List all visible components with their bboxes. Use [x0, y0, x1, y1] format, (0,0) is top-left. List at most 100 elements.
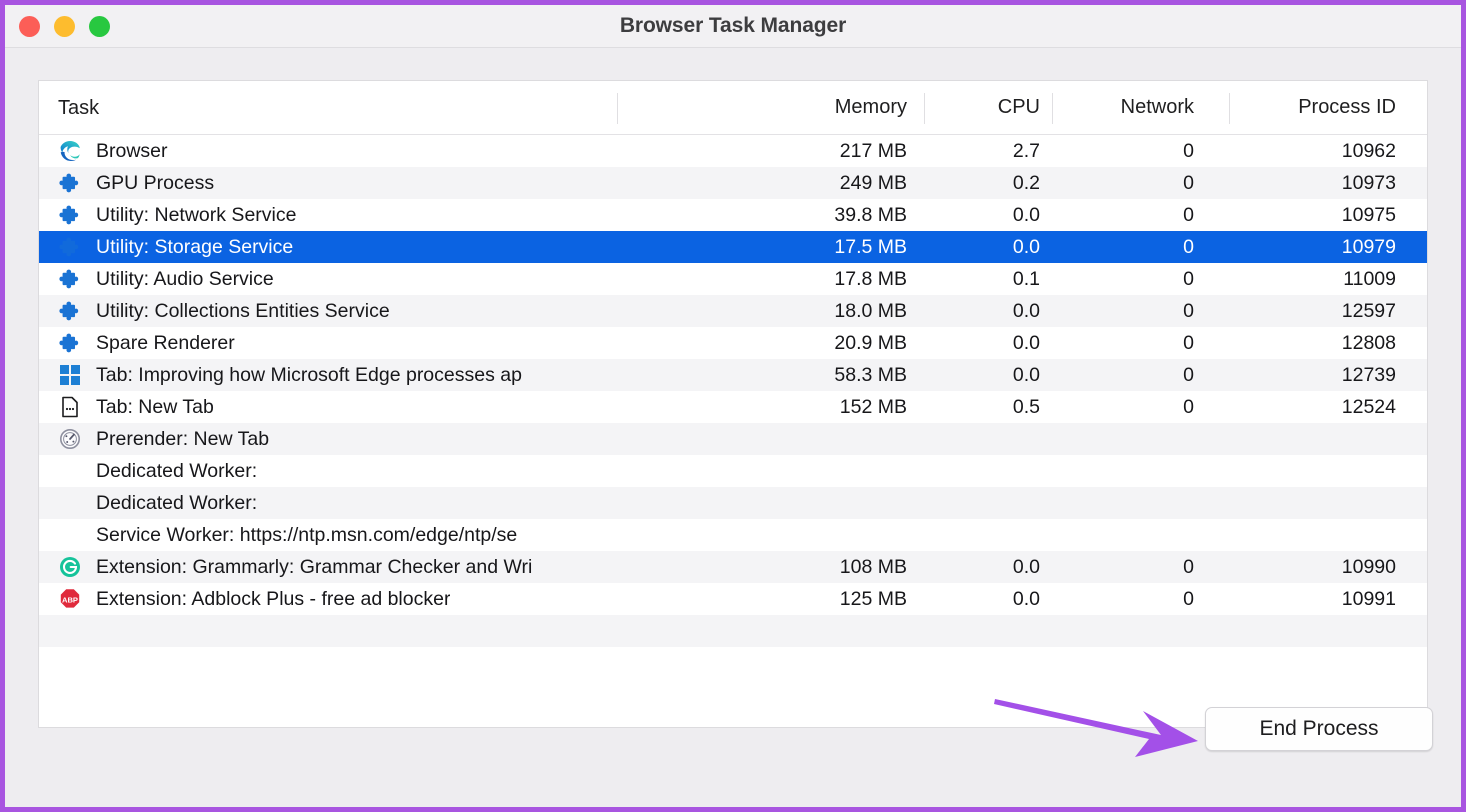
column-header-network[interactable]: Network: [1064, 96, 1242, 119]
task-name-label: Extension: Adblock Plus - free ad blocke…: [96, 587, 451, 610]
cell-task: Dedicated Worker:: [39, 459, 749, 483]
cell-memory: 20.9 MB: [834, 331, 907, 354]
cell-cpu: 0.0: [1012, 587, 1040, 610]
no-icon: [58, 619, 96, 643]
table-row[interactable]: Dedicated Worker:: [39, 455, 1427, 487]
table-row[interactable]: [39, 647, 1427, 679]
no-icon: [58, 491, 96, 515]
window-footer: End Process: [5, 685, 1461, 807]
cell-network: 0: [1183, 171, 1194, 194]
table-row[interactable]: Tab: Improving how Microsoft Edge proces…: [39, 359, 1427, 391]
column-header-task[interactable]: Task: [39, 81, 749, 135]
cell-memory: 17.5 MB: [834, 235, 907, 258]
cell-memory: 18.0 MB: [834, 299, 907, 322]
cell-process-id: 10973: [1341, 171, 1396, 194]
task-name-label: Browser: [96, 139, 168, 162]
window-body: Task Memory CPU Network Process ID Brows…: [5, 48, 1461, 807]
cell-memory: 152 MB: [839, 395, 907, 418]
cell-process-id: 12808: [1341, 331, 1396, 354]
cell-task: Tab: Improving how Microsoft Edge proces…: [39, 363, 749, 387]
column-divider-memory[interactable]: [924, 93, 925, 124]
cell-cpu: 0.0: [1012, 363, 1040, 386]
cell-network: 0: [1183, 235, 1194, 258]
task-name-label: Service Worker: https://ntp.msn.com/edge…: [96, 523, 518, 546]
task-name-label: Extension: Grammarly: Grammar Checker an…: [96, 555, 533, 578]
cell-task: Prerender: New Tab: [39, 427, 749, 451]
column-header-memory[interactable]: Memory: [749, 96, 936, 119]
table-row[interactable]: Prerender: New Tab: [39, 423, 1427, 455]
table-row[interactable]: Utility: Collections Entities Service 18.…: [39, 295, 1427, 327]
adblock-plus-icon: ABP: [58, 587, 96, 611]
puzzle-piece-icon: [58, 299, 96, 323]
cell-memory: 217 MB: [839, 139, 907, 162]
window-titlebar: Browser Task Manager: [5, 5, 1461, 48]
column-divider-cpu[interactable]: [1052, 93, 1053, 124]
task-name-label: Tab: New Tab: [96, 395, 214, 418]
cell-task: Utility: Collections Entities Service: [39, 299, 749, 323]
task-manager-window: Browser Task Manager Task Memory CPU Net…: [0, 0, 1466, 812]
table-row[interactable]: Utility: Audio Service 17.8 MB 0.1 0 11009: [39, 263, 1427, 295]
cell-network: 0: [1183, 331, 1194, 354]
cell-task: Utility: Network Service: [39, 203, 749, 227]
maximize-window-icon[interactable]: [89, 15, 110, 37]
table-row[interactable]: Spare Renderer 20.9 MB 0.0 0 12808: [39, 327, 1427, 359]
cell-network: 0: [1183, 587, 1194, 610]
cell-network: 0: [1183, 555, 1194, 578]
cell-task: Utility: Storage Service: [39, 235, 749, 259]
cell-process-id: 10991: [1341, 587, 1396, 610]
puzzle-piece-icon: [58, 203, 96, 227]
cell-task: Spare Renderer: [39, 331, 749, 355]
cell-task: Browser: [39, 139, 749, 163]
table-row[interactable]: [39, 615, 1427, 647]
task-table: Task Memory CPU Network Process ID Brows…: [38, 80, 1428, 728]
table-row[interactable]: Service Worker: https://ntp.msn.com/edge…: [39, 519, 1427, 551]
microsoft-windows-icon: [58, 363, 96, 387]
table-row[interactable]: Utility: Network Service 39.8 MB 0.0 0 10975: [39, 199, 1427, 231]
no-icon: [58, 459, 96, 483]
cell-process-id: 10979: [1341, 235, 1396, 258]
grammarly-icon: [58, 555, 96, 579]
cell-memory: 108 MB: [839, 555, 907, 578]
cell-cpu: 0.5: [1012, 395, 1040, 418]
puzzle-piece-icon: [58, 331, 96, 355]
cell-task: GPU Process: [39, 171, 749, 195]
new-tab-page-icon: [58, 395, 96, 419]
column-header-cpu[interactable]: CPU: [936, 96, 1064, 119]
puzzle-piece-icon: [58, 267, 96, 291]
column-divider-task[interactable]: [617, 93, 618, 124]
cell-cpu: 0.1: [1012, 267, 1040, 290]
end-process-button[interactable]: End Process: [1205, 707, 1433, 751]
task-table-header: Task Memory CPU Network Process ID: [39, 81, 1427, 135]
cell-cpu: 2.7: [1012, 139, 1040, 162]
table-row[interactable]: Dedicated Worker:: [39, 487, 1427, 519]
cell-network: 0: [1183, 267, 1194, 290]
cell-task: [39, 651, 749, 675]
table-row[interactable]: GPU Process 249 MB 0.2 0 10973: [39, 167, 1427, 199]
cell-task: Dedicated Worker:: [39, 491, 749, 515]
edge-browser-icon: [58, 139, 96, 163]
table-row[interactable]: Extension: Grammarly: Grammar Checker an…: [39, 551, 1427, 583]
table-row[interactable]: Utility: Storage Service 17.5 MB 0.0 0 10979: [39, 231, 1427, 263]
cell-task: Extension: Grammarly: Grammar Checker an…: [39, 555, 749, 579]
table-row[interactable]: Tab: New Tab 152 MB 0.5 0 12524: [39, 391, 1427, 423]
minimize-window-icon[interactable]: [54, 15, 75, 37]
svg-text:ABP: ABP: [62, 595, 78, 604]
speedometer-icon: [58, 427, 96, 451]
task-name-label: GPU Process: [96, 171, 215, 194]
column-header-process-id[interactable]: Process ID: [1242, 96, 1420, 119]
annotation-arrow-icon: [994, 699, 1198, 757]
cell-network: 0: [1183, 395, 1194, 418]
table-row[interactable]: ABP Extension: Adblock Plus - free ad blo…: [39, 583, 1427, 615]
cell-process-id: 11009: [1343, 267, 1396, 290]
task-name-label: Utility: Audio Service: [96, 267, 274, 290]
cell-network: 0: [1183, 139, 1194, 162]
cell-memory: 17.8 MB: [834, 267, 907, 290]
cell-task: Tab: New Tab: [39, 395, 749, 419]
cell-network: 0: [1183, 299, 1194, 322]
cell-task: ABP Extension: Adblock Plus - free ad blo…: [39, 587, 749, 611]
task-name-label: Utility: Network Service: [96, 203, 297, 226]
table-row[interactable]: Browser 217 MB 2.7 0 10962: [39, 135, 1427, 167]
cell-process-id: 12597: [1341, 299, 1396, 322]
column-divider-network[interactable]: [1229, 93, 1230, 124]
close-window-icon[interactable]: [19, 15, 40, 37]
